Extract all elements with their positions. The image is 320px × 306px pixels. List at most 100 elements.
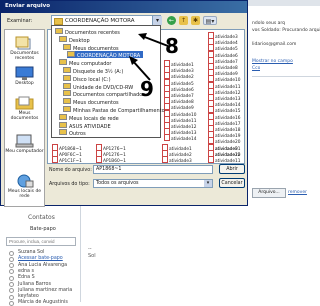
folder-icon xyxy=(59,113,67,120)
file-item[interactable]: atividade19 xyxy=(208,131,240,139)
file-item[interactable]: AP1868~1 xyxy=(52,144,82,152)
filetype-select[interactable]: Todos os arquivos ▾ xyxy=(93,179,213,188)
compose-form-text[interactable]: Cco xyxy=(252,65,260,72)
file-item[interactable]: atividade5 xyxy=(208,44,238,52)
compose-form-text: ndolo seus arq xyxy=(252,21,286,26)
file-icon xyxy=(164,134,170,142)
file-item[interactable]: atividade12 xyxy=(164,122,196,130)
chat-heading[interactable]: Bate-papo xyxy=(30,226,56,232)
dropdown-item[interactable]: Documentos recentes xyxy=(55,28,123,36)
filename-input[interactable]: AP1868~1 xyxy=(93,165,213,174)
chat-contact[interactable]: Márcia de Augustinis xyxy=(18,300,68,305)
file-item[interactable]: atividade11 xyxy=(164,115,196,124)
chat-search-input[interactable] xyxy=(6,237,76,246)
status-dot-icon xyxy=(9,256,14,262)
new-folder-icon[interactable]: ✱ xyxy=(191,16,200,25)
file-item[interactable]: atividade15 xyxy=(208,106,240,114)
dialog-titlebar[interactable]: Enviar arquivo xyxy=(1,1,247,13)
file-item[interactable]: atividade2 xyxy=(162,150,192,158)
folder-icon xyxy=(63,82,71,89)
annotation-arrows xyxy=(129,33,169,81)
dropdown-item[interactable]: Desktop xyxy=(59,35,93,44)
file-item[interactable]: atividade3 xyxy=(162,156,192,164)
file-item[interactable]: AP1B60~1 xyxy=(96,156,126,163)
lookin-label: Examinar: xyxy=(7,18,33,24)
dropdown-item[interactable]: ASUS ATIVIDADE xyxy=(59,121,114,130)
file-item[interactable]: atividade8 xyxy=(164,97,194,105)
file-item[interactable]: atividade11 xyxy=(208,156,240,163)
file-item[interactable]: atividade10 xyxy=(208,75,240,83)
cancel-button[interactable]: Cancelar xyxy=(219,178,245,188)
chat-contact[interactable]: edna s xyxy=(18,269,34,274)
file-item[interactable]: atividade14 xyxy=(208,100,240,108)
dropdown-item-label: Outros xyxy=(69,131,86,138)
file-item[interactable]: atividade3 xyxy=(208,32,238,40)
dropdown-item[interactable]: Meu computador xyxy=(59,59,114,67)
file-item[interactable]: atividade7 xyxy=(164,91,194,99)
file-item[interactable]: atividade11 xyxy=(208,81,240,90)
folder-icon xyxy=(54,18,63,25)
place-my-documents[interactable]: Meus documentos xyxy=(5,96,44,124)
place-label: Meus locais de rede xyxy=(7,189,42,199)
dropdown-item[interactable]: Meus locais de rede xyxy=(59,113,122,122)
chat-contact[interactable]: Suzana Sol xyxy=(18,250,44,255)
open-button[interactable]: Abrir xyxy=(219,164,245,174)
up-folder-icon[interactable]: ↑ xyxy=(179,16,188,25)
file-item[interactable]: atividade7 xyxy=(208,56,238,65)
file-item[interactable]: atividade17 xyxy=(208,118,240,127)
dropdown-item[interactable]: Documentos compartilhados xyxy=(63,90,148,98)
place-network-places[interactable]: Meus locais de rede xyxy=(5,174,44,202)
file-item[interactable]: atividade4 xyxy=(208,38,238,46)
file-item[interactable]: atividade1 xyxy=(162,144,192,152)
dropdown-item[interactable]: Disco local (C:) xyxy=(63,74,114,83)
attach-file-button[interactable]: Arquivo... xyxy=(252,188,286,198)
file-item[interactable]: atividade13 xyxy=(208,94,240,102)
file-item[interactable]: atividade18 xyxy=(208,125,240,133)
chat-contact[interactable]: keyfateo xyxy=(18,294,39,299)
place-my-computer[interactable]: Meu computador xyxy=(5,134,44,162)
file-item[interactable]: AP1276~1 xyxy=(96,144,126,152)
file-item[interactable]: atividade16 xyxy=(208,112,240,121)
dropdown-item[interactable]: Outros xyxy=(59,129,89,138)
chat-contact[interactable]: juliana martinez maria xyxy=(18,288,72,293)
file-item[interactable]: atividade20 xyxy=(208,137,240,145)
file-item[interactable]: atividade9 xyxy=(208,144,238,152)
file-item[interactable]: atividade14 xyxy=(164,134,197,143)
chevron-down-icon[interactable]: ▾ xyxy=(204,180,212,187)
file-item[interactable]: atividade6 xyxy=(208,50,238,59)
file-item[interactable]: atividade9 xyxy=(164,103,194,111)
views-menu-icon[interactable]: ▤▾ xyxy=(203,16,217,25)
file-item[interactable]: atividade8 xyxy=(208,63,238,71)
dropdown-item[interactable]: Meus documentos xyxy=(63,43,122,52)
dropdown-item[interactable]: Minhas Pastas de Compartilhamento xyxy=(63,106,168,114)
chat-contact[interactable]: Edna S xyxy=(18,275,35,280)
place-label: Meus documentos xyxy=(10,111,39,121)
file-item[interactable]: atividade10 xyxy=(208,150,240,158)
remove-attachment-link[interactable]: remover xyxy=(288,188,307,197)
chat-contact[interactable]: Ana Lucia Alvarenga xyxy=(18,263,67,268)
place-desktop[interactable]: Desktop xyxy=(5,66,44,94)
chat-contact[interactable]: Juliana Barros xyxy=(18,282,51,287)
recent-documents-icon xyxy=(15,36,34,50)
file-item[interactable]: atividade9 xyxy=(208,69,238,77)
chat-contact[interactable]: Acessar bate-papo xyxy=(18,256,63,261)
message-editor[interactable] xyxy=(80,205,320,302)
file-item[interactable]: atividade10 xyxy=(164,109,196,118)
signature-text: Sol xyxy=(88,253,96,259)
dialog-title: Enviar arquivo xyxy=(5,3,51,9)
compose-form-text[interactable]: Mostrar no campo xyxy=(252,58,293,65)
file-name: atividade14 xyxy=(171,137,197,143)
file-name: atividade3 xyxy=(169,159,192,164)
file-item[interactable]: AP1276~1 xyxy=(96,150,126,158)
dropdown-item[interactable]: Disquete de 3½ (A:) xyxy=(63,67,126,75)
file-item[interactable]: atividade12 xyxy=(208,87,240,96)
chevron-down-icon[interactable]: ▾ xyxy=(152,16,162,25)
file-item[interactable]: atividade13 xyxy=(164,128,196,136)
file-item[interactable]: AP0F6C~1 xyxy=(52,150,82,158)
place-recent-documents[interactable]: Documentos recentes xyxy=(5,36,44,64)
folder-icon xyxy=(63,43,71,50)
file-item[interactable]: AP1C1F~1 xyxy=(52,156,82,163)
back-icon[interactable]: ← xyxy=(167,16,176,25)
dropdown-item[interactable]: Meus documentos xyxy=(63,98,122,106)
filetype-label: Arquivos do tipo: xyxy=(49,182,90,187)
